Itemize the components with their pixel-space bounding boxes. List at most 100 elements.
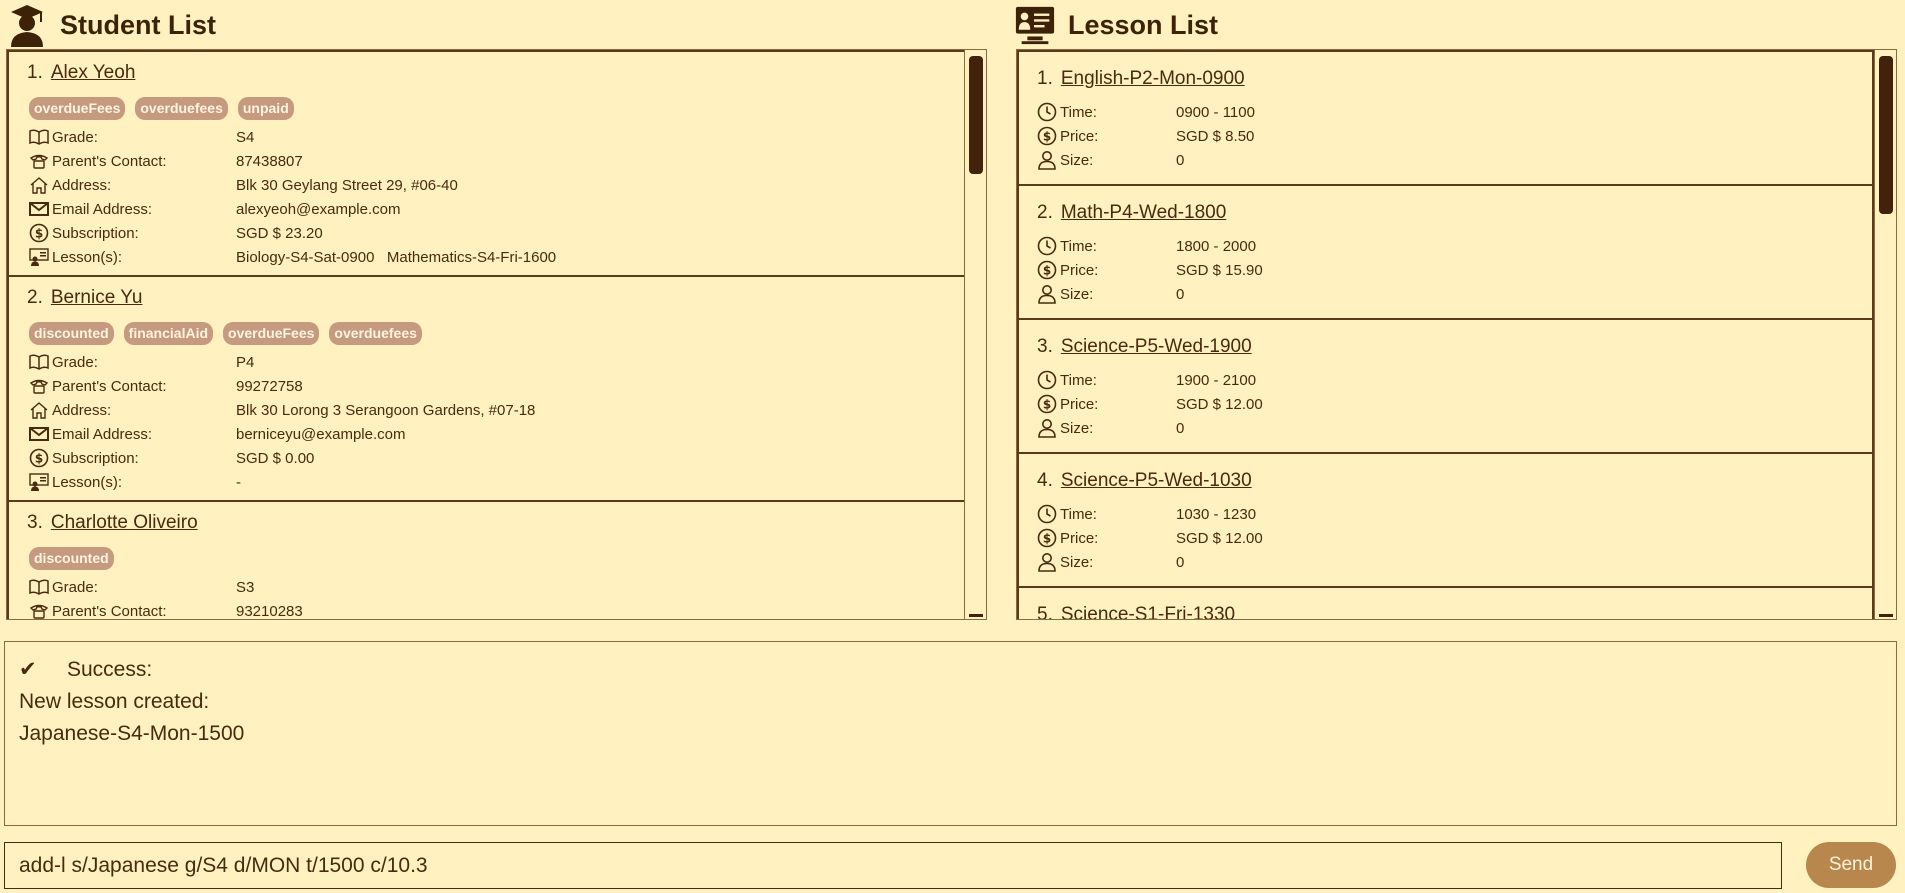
lesson-title: 5. Science-S1-Fri-1330 [1037, 604, 1235, 619]
command-box[interactable] [4, 842, 1782, 889]
lesson-icon [29, 473, 49, 491]
lesson-card[interactable]: 5. Science-S1-Fri-1330 [1017, 586, 1874, 619]
svg-text:$: $ [35, 452, 43, 466]
student-name[interactable]: Bernice Yu [51, 287, 143, 308]
lesson-name[interactable]: Science-S1-Fri-1330 [1061, 604, 1235, 619]
field-value: 1800 - 2000 [1176, 237, 1257, 255]
lesson-time-row: Time: 0900 - 1100 [1037, 102, 1255, 122]
student-list[interactable]: 1. Alex Yeoh overdueFees overduefees unpa… [6, 49, 987, 620]
lesson-board-icon [1014, 4, 1056, 46]
result-message-line1: New lesson created: [19, 690, 210, 713]
command-input[interactable] [5, 843, 1781, 888]
lesson-title: 3. Science-P5-Wed-1900 [1037, 336, 1252, 358]
envelope-icon [29, 425, 49, 443]
send-button[interactable]: Send [1806, 842, 1896, 888]
student-list-scrollbar[interactable] [964, 50, 986, 619]
result-display: ✔ Success: New lesson created: Japanese-S… [4, 641, 1897, 826]
dollar-icon: $ [1037, 394, 1057, 414]
lesson-card[interactable]: 4. Science-P5-Wed-1030 Time: 1030 - 1230 … [1017, 452, 1874, 588]
lesson-list-title: Lesson List [1068, 9, 1219, 40]
tag-badge: overdueFees [29, 97, 126, 120]
tag-badge: unpaid [237, 97, 294, 120]
field-label: Time: [1060, 237, 1097, 255]
scrollbar-end [1879, 614, 1893, 617]
lesson-name[interactable]: Math-P4-Wed-1800 [1061, 202, 1226, 223]
home-icon [29, 401, 49, 419]
field-label: Price: [1060, 261, 1099, 279]
tag-badge: financialAid [123, 322, 214, 345]
student-tags: overdueFees overduefees unpaid [29, 97, 294, 120]
dollar-icon: $ [1037, 126, 1057, 146]
lesson-size-row: Size: 0 [1037, 150, 1184, 170]
svg-text:$: $ [1043, 264, 1051, 278]
field-value: S4 [236, 128, 255, 146]
field-label: Time: [1060, 103, 1097, 121]
field-label: Size: [1060, 419, 1094, 437]
student-title: 3. Charlotte Oliveiro [27, 512, 198, 534]
lesson-list-scrollbar[interactable] [1874, 50, 1896, 619]
field-value: SGD $ 8.50 [1176, 127, 1255, 145]
field-row-address: Address: Blk 30 Geylang Street 29, #06-4… [29, 175, 458, 195]
student-card[interactable]: 2. Bernice Yu discounted financialAid ove… [7, 275, 966, 502]
tag-badge: overduefees [135, 97, 228, 120]
lesson-price-row: $ Price: SGD $ 15.90 [1037, 260, 1263, 280]
field-value: berniceyu@example.com [236, 425, 406, 443]
phone-icon [29, 152, 49, 170]
student-card[interactable]: 1. Alex Yeoh overdueFees overduefees unpa… [7, 50, 966, 277]
svg-text:$: $ [1043, 532, 1051, 546]
field-row-grade: Grade: P4 [29, 352, 254, 372]
field-label: Grade: [52, 128, 98, 146]
field-value: 1030 - 1230 [1176, 505, 1257, 523]
lesson-time-row: Time: 1900 - 2100 [1037, 370, 1256, 390]
svg-text:$: $ [1043, 130, 1051, 144]
lesson-card[interactable]: 2. Math-P4-Wed-1800 Time: 1800 - 2000 $ P… [1017, 184, 1874, 320]
lesson-index: 4. [1037, 470, 1053, 491]
field-value: 99272758 [236, 377, 303, 395]
lesson-card[interactable]: 3. Science-P5-Wed-1900 Time: 1900 - 2100 … [1017, 318, 1874, 454]
lesson-list-header: Lesson List [1014, 0, 1218, 50]
field-value: 0 [1176, 419, 1185, 437]
lesson-size-row: Size: 0 [1037, 552, 1184, 572]
field-value: SGD $ 12.00 [1176, 395, 1263, 413]
lesson-index: 3. [1037, 336, 1053, 357]
field-label: Subscription: [52, 224, 139, 242]
clock-icon [1037, 102, 1057, 122]
lesson-title: 1. English-P2-Mon-0900 [1037, 68, 1245, 90]
field-label: Price: [1060, 395, 1099, 413]
student-index: 2. [27, 287, 43, 308]
field-value: - [236, 473, 241, 491]
lesson-price-row: $ Price: SGD $ 12.00 [1037, 528, 1263, 548]
field-row-grade: Grade: S4 [29, 127, 254, 147]
student-name[interactable]: Charlotte Oliveiro [51, 512, 198, 533]
home-icon [29, 176, 49, 194]
scrollbar-thumb[interactable] [969, 56, 983, 174]
field-value: 87438807 [236, 152, 303, 170]
scrollbar-thumb[interactable] [1879, 56, 1893, 214]
lesson-card[interactable]: 1. English-P2-Mon-0900 Time: 0900 - 1100 … [1017, 50, 1874, 186]
field-value: 0 [1176, 151, 1185, 169]
field-row-subscription: $ Subscription: SGD $ 23.20 [29, 223, 323, 243]
lesson-icon [29, 248, 49, 266]
lesson-name[interactable]: Science-P5-Wed-1030 [1061, 470, 1252, 491]
student-name[interactable]: Alex Yeoh [51, 62, 136, 83]
lesson-size-row: Size: 0 [1037, 284, 1184, 304]
field-row-email: Email Address: alexyeoh@example.com [29, 199, 400, 219]
lesson-list[interactable]: 1. English-P2-Mon-0900 Time: 0900 - 1100 … [1016, 49, 1897, 620]
lesson-time-row: Time: 1800 - 2000 [1037, 236, 1256, 256]
student-index: 3. [27, 512, 43, 533]
lesson-name[interactable]: English-P2-Mon-0900 [1061, 68, 1245, 89]
book-icon [29, 353, 49, 371]
student-list-title: Student List [60, 9, 216, 40]
field-label: Lesson(s): [52, 248, 123, 266]
field-label: Size: [1060, 285, 1094, 303]
field-row-contact: Parent's Contact: 87438807 [29, 151, 303, 171]
student-list-header: Student List [6, 0, 216, 50]
field-row-contact: Parent's Contact: 99272758 [29, 376, 303, 396]
field-row-address: Address: Blk 30 Lorong 3 Serangoon Garde… [29, 400, 535, 420]
field-label: Address: [52, 401, 112, 419]
student-card[interactable]: 3. Charlotte Oliveiro discounted Grade: S… [7, 500, 966, 619]
field-label: Parent's Contact: [52, 377, 167, 395]
lesson-time-row: Time: 1030 - 1230 [1037, 504, 1256, 524]
lesson-name[interactable]: Science-P5-Wed-1900 [1061, 336, 1252, 357]
student-tags: discounted financialAid overdueFees over… [29, 322, 422, 345]
